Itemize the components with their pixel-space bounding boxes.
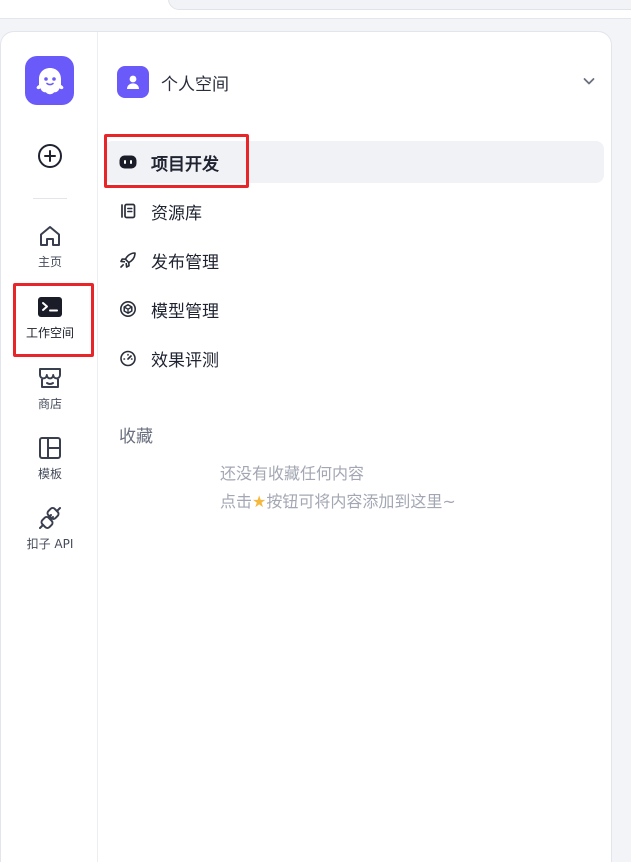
rail-item-label: 模板	[37, 467, 62, 481]
star-icon: ★	[252, 492, 267, 511]
cube-icon	[117, 298, 139, 320]
rail-item-store[interactable]: 商店	[15, 364, 85, 412]
rail-item-api[interactable]: 扣子 API	[15, 504, 85, 552]
plug-icon	[36, 504, 64, 532]
terminal-icon	[36, 293, 64, 321]
library-icon	[117, 200, 139, 222]
ghost-logo-icon	[36, 67, 63, 94]
bot-icon	[117, 151, 139, 173]
favorites-empty-line2: 点击★按钮可将内容添加到这里~	[220, 488, 456, 516]
rail-item-workspace[interactable]: 工作空间	[15, 293, 85, 341]
nav-item-models[interactable]: 模型管理	[104, 288, 604, 330]
icon-rail: 主页 工作空间 商店 模板 扣子 API	[1, 32, 98, 862]
rail-item-home[interactable]: 主页	[15, 222, 85, 270]
favorites-title: 收藏	[119, 427, 153, 447]
create-button[interactable]	[36, 142, 63, 169]
nav-item-label: 项目开发	[151, 154, 219, 175]
nav-item-evaluation[interactable]: 效果评测	[104, 337, 604, 379]
nav-item-library[interactable]: 资源库	[104, 190, 604, 232]
plus-circle-icon	[37, 143, 62, 168]
favorites-empty-line1: 还没有收藏任何内容	[220, 464, 365, 483]
workspace-switcher[interactable]: 个人空间	[117, 64, 597, 100]
favorites-empty-prefix: 点击	[220, 492, 253, 511]
rail-item-label: 主页	[37, 255, 62, 269]
rail-item-label: 扣子 API	[26, 537, 74, 551]
workspace-name: 个人空间	[161, 74, 229, 95]
nav-item-projects[interactable]: 项目开发	[104, 141, 604, 183]
rail-divider	[33, 198, 67, 199]
gauge-icon	[117, 347, 139, 369]
sidebar-panel: 主页 工作空间 商店 模板 扣子 API 个人空间 项目开发 资源库 发布管理 …	[0, 31, 612, 862]
app-logo[interactable]	[25, 56, 74, 105]
chevron-down-icon[interactable]	[581, 73, 597, 93]
workspace-nav: 个人空间 项目开发 资源库 发布管理 模型管理 效果评测 收藏 还没有收藏任何内…	[99, 32, 611, 862]
nav-item-label: 发布管理	[151, 252, 219, 273]
nav-item-label: 模型管理	[151, 301, 219, 322]
top-bar	[0, 0, 631, 19]
favorites-empty-suffix: 按钮可将内容添加到这里~	[266, 492, 456, 511]
rail-item-templates[interactable]: 模板	[15, 434, 85, 482]
nav-item-publish[interactable]: 发布管理	[104, 239, 604, 281]
nav-item-label: 效果评测	[151, 350, 219, 371]
user-icon	[117, 66, 149, 98]
rocket-icon	[117, 249, 139, 271]
search-box[interactable]	[168, 0, 631, 10]
layout-icon	[36, 434, 64, 462]
home-icon	[36, 222, 64, 250]
nav-item-label: 资源库	[151, 203, 202, 224]
rail-item-label: 商店	[37, 397, 62, 411]
favorites-empty-message: 还没有收藏任何内容 点击★按钮可将内容添加到这里~	[220, 460, 456, 516]
store-icon	[36, 364, 64, 392]
rail-item-label: 工作空间	[25, 326, 74, 340]
